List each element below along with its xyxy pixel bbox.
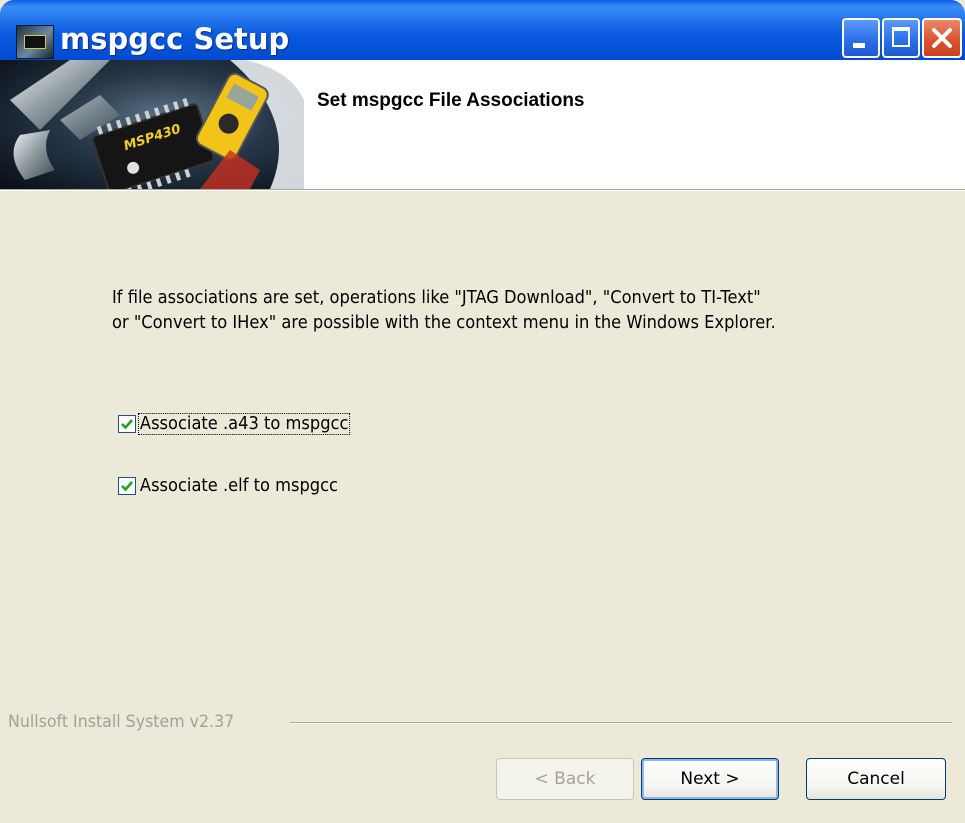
back-button[interactable]: < Back (496, 758, 634, 800)
footer-divider (290, 722, 952, 724)
description-line: If file associations are set, operations… (112, 288, 761, 308)
wizard-header: MSP430 Set mspgcc File Associations (0, 60, 965, 190)
checkbox-box[interactable] (118, 415, 136, 433)
minimize-button[interactable] (842, 18, 880, 58)
close-button[interactable] (922, 18, 962, 58)
check-mark-icon (121, 419, 133, 430)
header-divider (0, 189, 965, 191)
next-button[interactable]: Next > (641, 758, 779, 800)
installer-branding: Nullsoft Install System v2.37 (8, 712, 240, 732)
associate-elf-checkbox[interactable]: Associate .elf to mspgcc (118, 476, 354, 496)
check-mark-icon (121, 481, 133, 492)
description-text: If file associations are set, operations… (112, 286, 856, 336)
window-title: mspgcc Setup (60, 22, 290, 56)
setup-window: mspgcc Setup MSP430 Set mspgcc File Asso… (0, 0, 965, 823)
page-title: Set mspgcc File Associations (317, 90, 585, 111)
mspgcc-setup-icon[interactable] (16, 25, 54, 59)
close-icon (932, 28, 952, 48)
maximize-button[interactable] (882, 18, 920, 58)
msp430-tools-banner: MSP430 (0, 60, 304, 189)
checkbox-label[interactable]: Associate .elf to mspgcc (139, 476, 339, 496)
maximize-icon (892, 27, 910, 47)
minimize-icon (853, 43, 865, 48)
cancel-button[interactable]: Cancel (806, 758, 946, 800)
associate-a43-checkbox[interactable]: Associate .a43 to mspgcc (118, 413, 365, 435)
checkbox-label[interactable]: Associate .a43 to mspgcc (138, 413, 351, 435)
description-line: or "Convert to IHex" are possible with t… (112, 313, 776, 333)
checkbox-box[interactable] (118, 477, 136, 495)
